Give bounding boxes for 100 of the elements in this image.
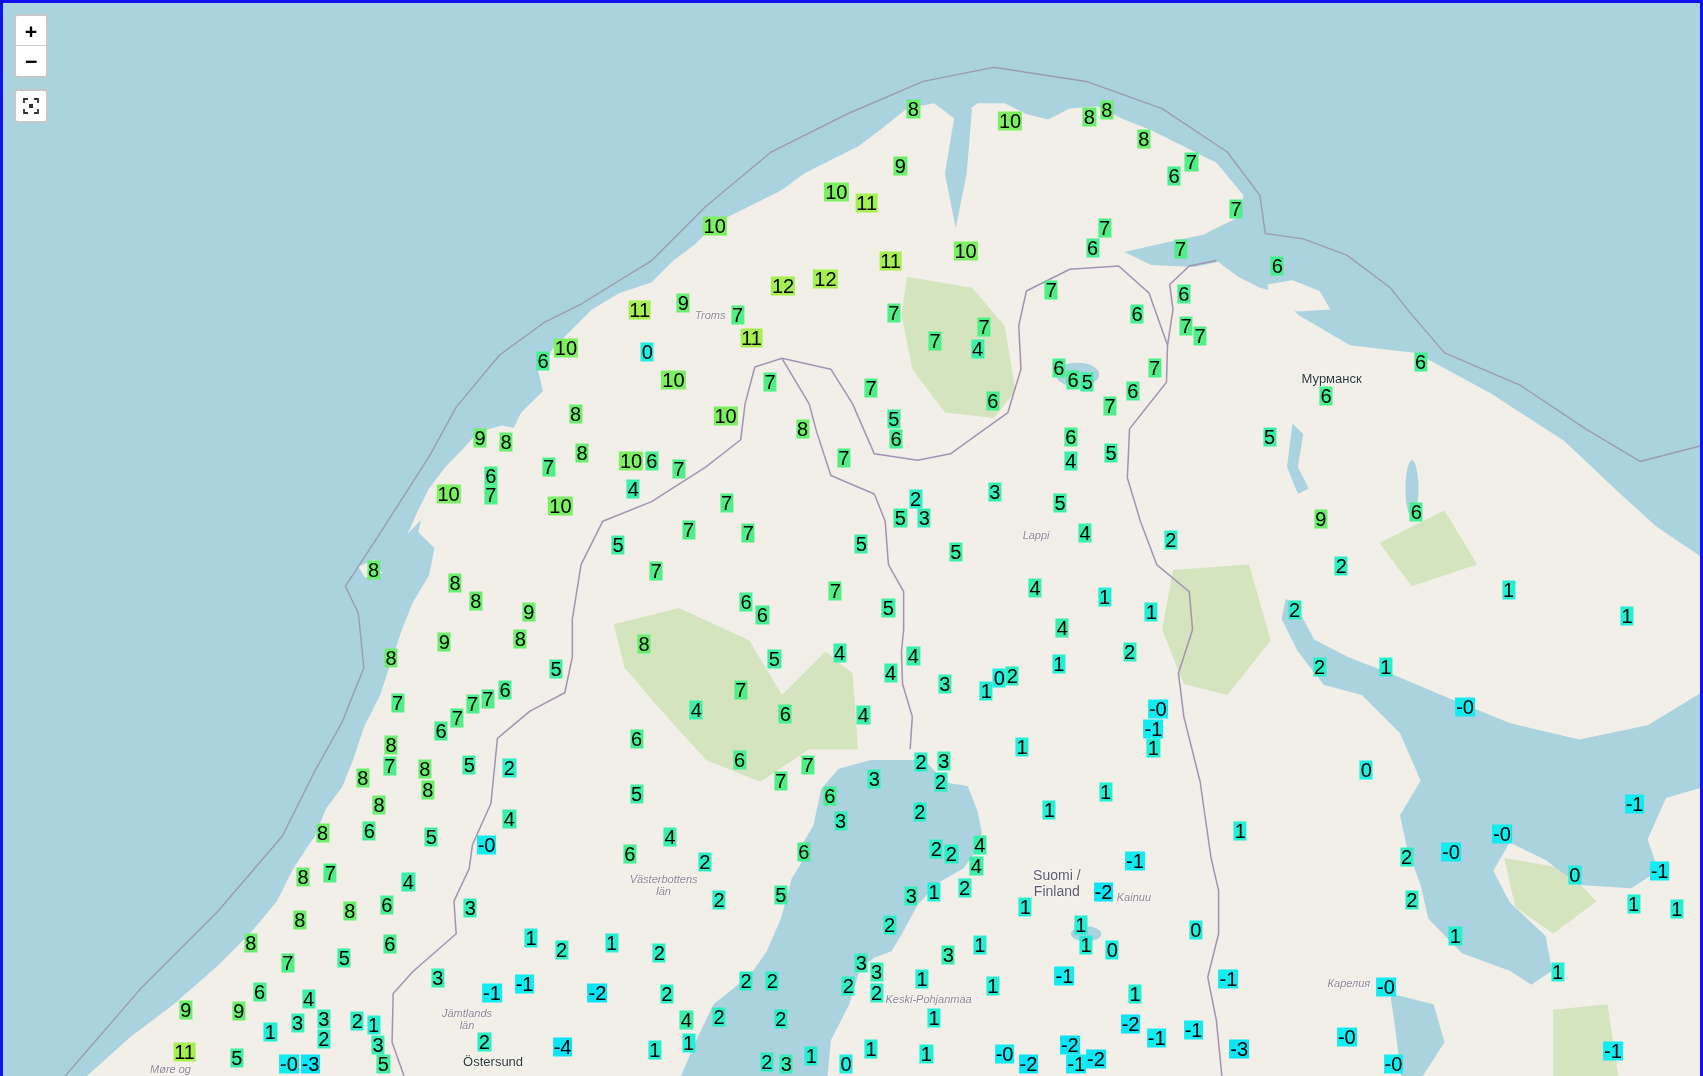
temperature-marker: 3 <box>291 1013 305 1033</box>
place-label: Kainuu <box>1116 891 1151 904</box>
temperature-marker: 1 <box>1144 602 1158 621</box>
place-label: Møre og <box>150 1062 191 1075</box>
temperature-marker: 12 <box>770 276 796 296</box>
temperature-marker: 10 <box>702 216 727 236</box>
temperature-marker: 1 <box>648 1040 662 1060</box>
temperature-marker: 8 <box>1100 100 1114 120</box>
temperature-marker: 4 <box>969 856 983 876</box>
temperature-marker: 6 <box>739 592 753 612</box>
temperature-marker: 5 <box>549 659 563 679</box>
temperature-marker: 6 <box>823 786 837 806</box>
temperature-marker: 3 <box>463 898 477 918</box>
temperature-marker: 3 <box>941 945 955 965</box>
temperature-marker: 5 <box>854 534 868 554</box>
temperature-marker: 8 <box>356 768 370 788</box>
temperature-marker: 6 <box>498 680 512 700</box>
temperature-marker: 6 <box>623 844 637 864</box>
temperature-marker: 2 <box>913 802 927 822</box>
temperature-marker: 7 <box>281 953 295 973</box>
temperature-marker: 5 <box>376 1054 390 1074</box>
temperature-marker: 6 <box>1052 358 1066 378</box>
temperature-marker: 3 <box>867 769 881 789</box>
temperature-marker: 7 <box>801 755 815 775</box>
temperature-marker: 1 <box>804 1046 818 1066</box>
temperature-marker: 11 <box>740 328 763 348</box>
temperature-marker: 7 <box>1184 152 1198 172</box>
temperature-marker: 1 <box>927 1008 941 1028</box>
temperature-marker: 2 <box>841 976 855 996</box>
temperature-marker: 6 <box>1086 238 1100 258</box>
temperature-marker: 3 <box>937 751 951 771</box>
temperature-marker: 10 <box>618 451 644 470</box>
temperature-marker: 1 <box>1502 580 1516 600</box>
temperature-marker: 5 <box>949 542 963 562</box>
temperature-marker: 6 <box>434 721 448 741</box>
zoom-in-button[interactable]: + <box>16 16 46 46</box>
temperature-marker: 4 <box>1028 578 1042 598</box>
temperature-marker: 2 <box>1005 666 1019 686</box>
temperature-marker: 4 <box>833 643 847 663</box>
temperature-marker: 6 <box>383 934 397 954</box>
temperature-marker: 8 <box>513 629 527 649</box>
temperature-marker: 0 <box>1189 920 1203 940</box>
temperature-marker: 6 <box>362 821 376 841</box>
temperature-marker: 0 <box>1359 760 1373 780</box>
temperature-marker: 1 <box>979 681 993 701</box>
temperature-marker: 1 <box>367 1015 381 1035</box>
temperature-marker: 2 <box>1313 657 1327 677</box>
temperature-marker: 0 <box>839 1054 853 1074</box>
temperature-marker: 8 <box>244 933 258 953</box>
temperature-marker: -1 <box>482 983 502 1003</box>
temperature-marker: 0 <box>1105 940 1119 960</box>
temperature-marker: 9 <box>1314 509 1328 529</box>
temperature-marker: 8 <box>448 573 462 593</box>
temperature-marker: 11 <box>628 300 652 319</box>
temperature-marker: 8 <box>575 443 589 463</box>
temperature-marker: 9 <box>437 632 451 652</box>
temperature-marker: 8 <box>418 759 432 779</box>
temperature-marker: 5 <box>230 1048 244 1068</box>
temperature-marker: 5 <box>337 948 351 968</box>
temperature-marker: 4 <box>663 827 677 847</box>
temperature-marker: 7 <box>864 378 878 398</box>
temperature-marker: 1 <box>1099 782 1113 802</box>
temperature-marker: 6 <box>1167 166 1181 186</box>
temperature-marker: -0 <box>1455 697 1475 717</box>
temperature-marker: 5 <box>887 409 901 429</box>
temperature-marker: 7 <box>1193 326 1207 346</box>
temperature-marker: 1 <box>927 882 941 902</box>
temperature-marker: 7 <box>649 561 663 581</box>
temperature-marker: 2 <box>914 752 928 772</box>
temperature-marker: 7 <box>837 448 851 468</box>
temperature-marker: 7 <box>323 863 337 883</box>
temperature-marker: 4 <box>626 479 640 499</box>
temperature-marker: 1 <box>1079 935 1093 955</box>
temperature-marker: 7 <box>774 771 788 791</box>
temperature-marker: 6 <box>380 895 394 915</box>
temperature-marker: 11 <box>855 193 879 213</box>
temperature-marker: 8 <box>1137 129 1151 149</box>
temperature-marker: -2 <box>587 983 608 1003</box>
temperature-marker: 4 <box>973 835 987 855</box>
temperature-marker: 3 <box>834 811 848 831</box>
temperature-marker: 7 <box>484 485 498 505</box>
temperature-marker: 10 <box>661 370 686 390</box>
temperature-marker: 8 <box>469 591 483 611</box>
temperature-marker: 2 <box>944 844 958 864</box>
temperature-marker: 7 <box>1179 316 1193 336</box>
temperature-marker: 2 <box>317 1029 331 1049</box>
temperature-marker: 0 <box>992 668 1006 688</box>
temperature-marker: 10 <box>824 182 849 202</box>
temperature-marker: 2 <box>712 1007 726 1027</box>
temperature-marker: 2 <box>934 772 948 792</box>
temperature-marker: 7 <box>1229 199 1243 218</box>
temperature-marker: -1 <box>1066 1054 1087 1074</box>
temperature-marker: 6 <box>1064 427 1078 447</box>
temperature-marker: 4 <box>1064 451 1078 470</box>
temperature-marker: 6 <box>1177 284 1191 304</box>
temperature-marker: 8 <box>372 795 386 815</box>
fullscreen-button[interactable] <box>14 89 48 123</box>
temperature-marker: -0 <box>1441 842 1461 861</box>
temperature-marker: 6 <box>889 429 903 449</box>
temperature-marker: 2 <box>477 1032 491 1052</box>
